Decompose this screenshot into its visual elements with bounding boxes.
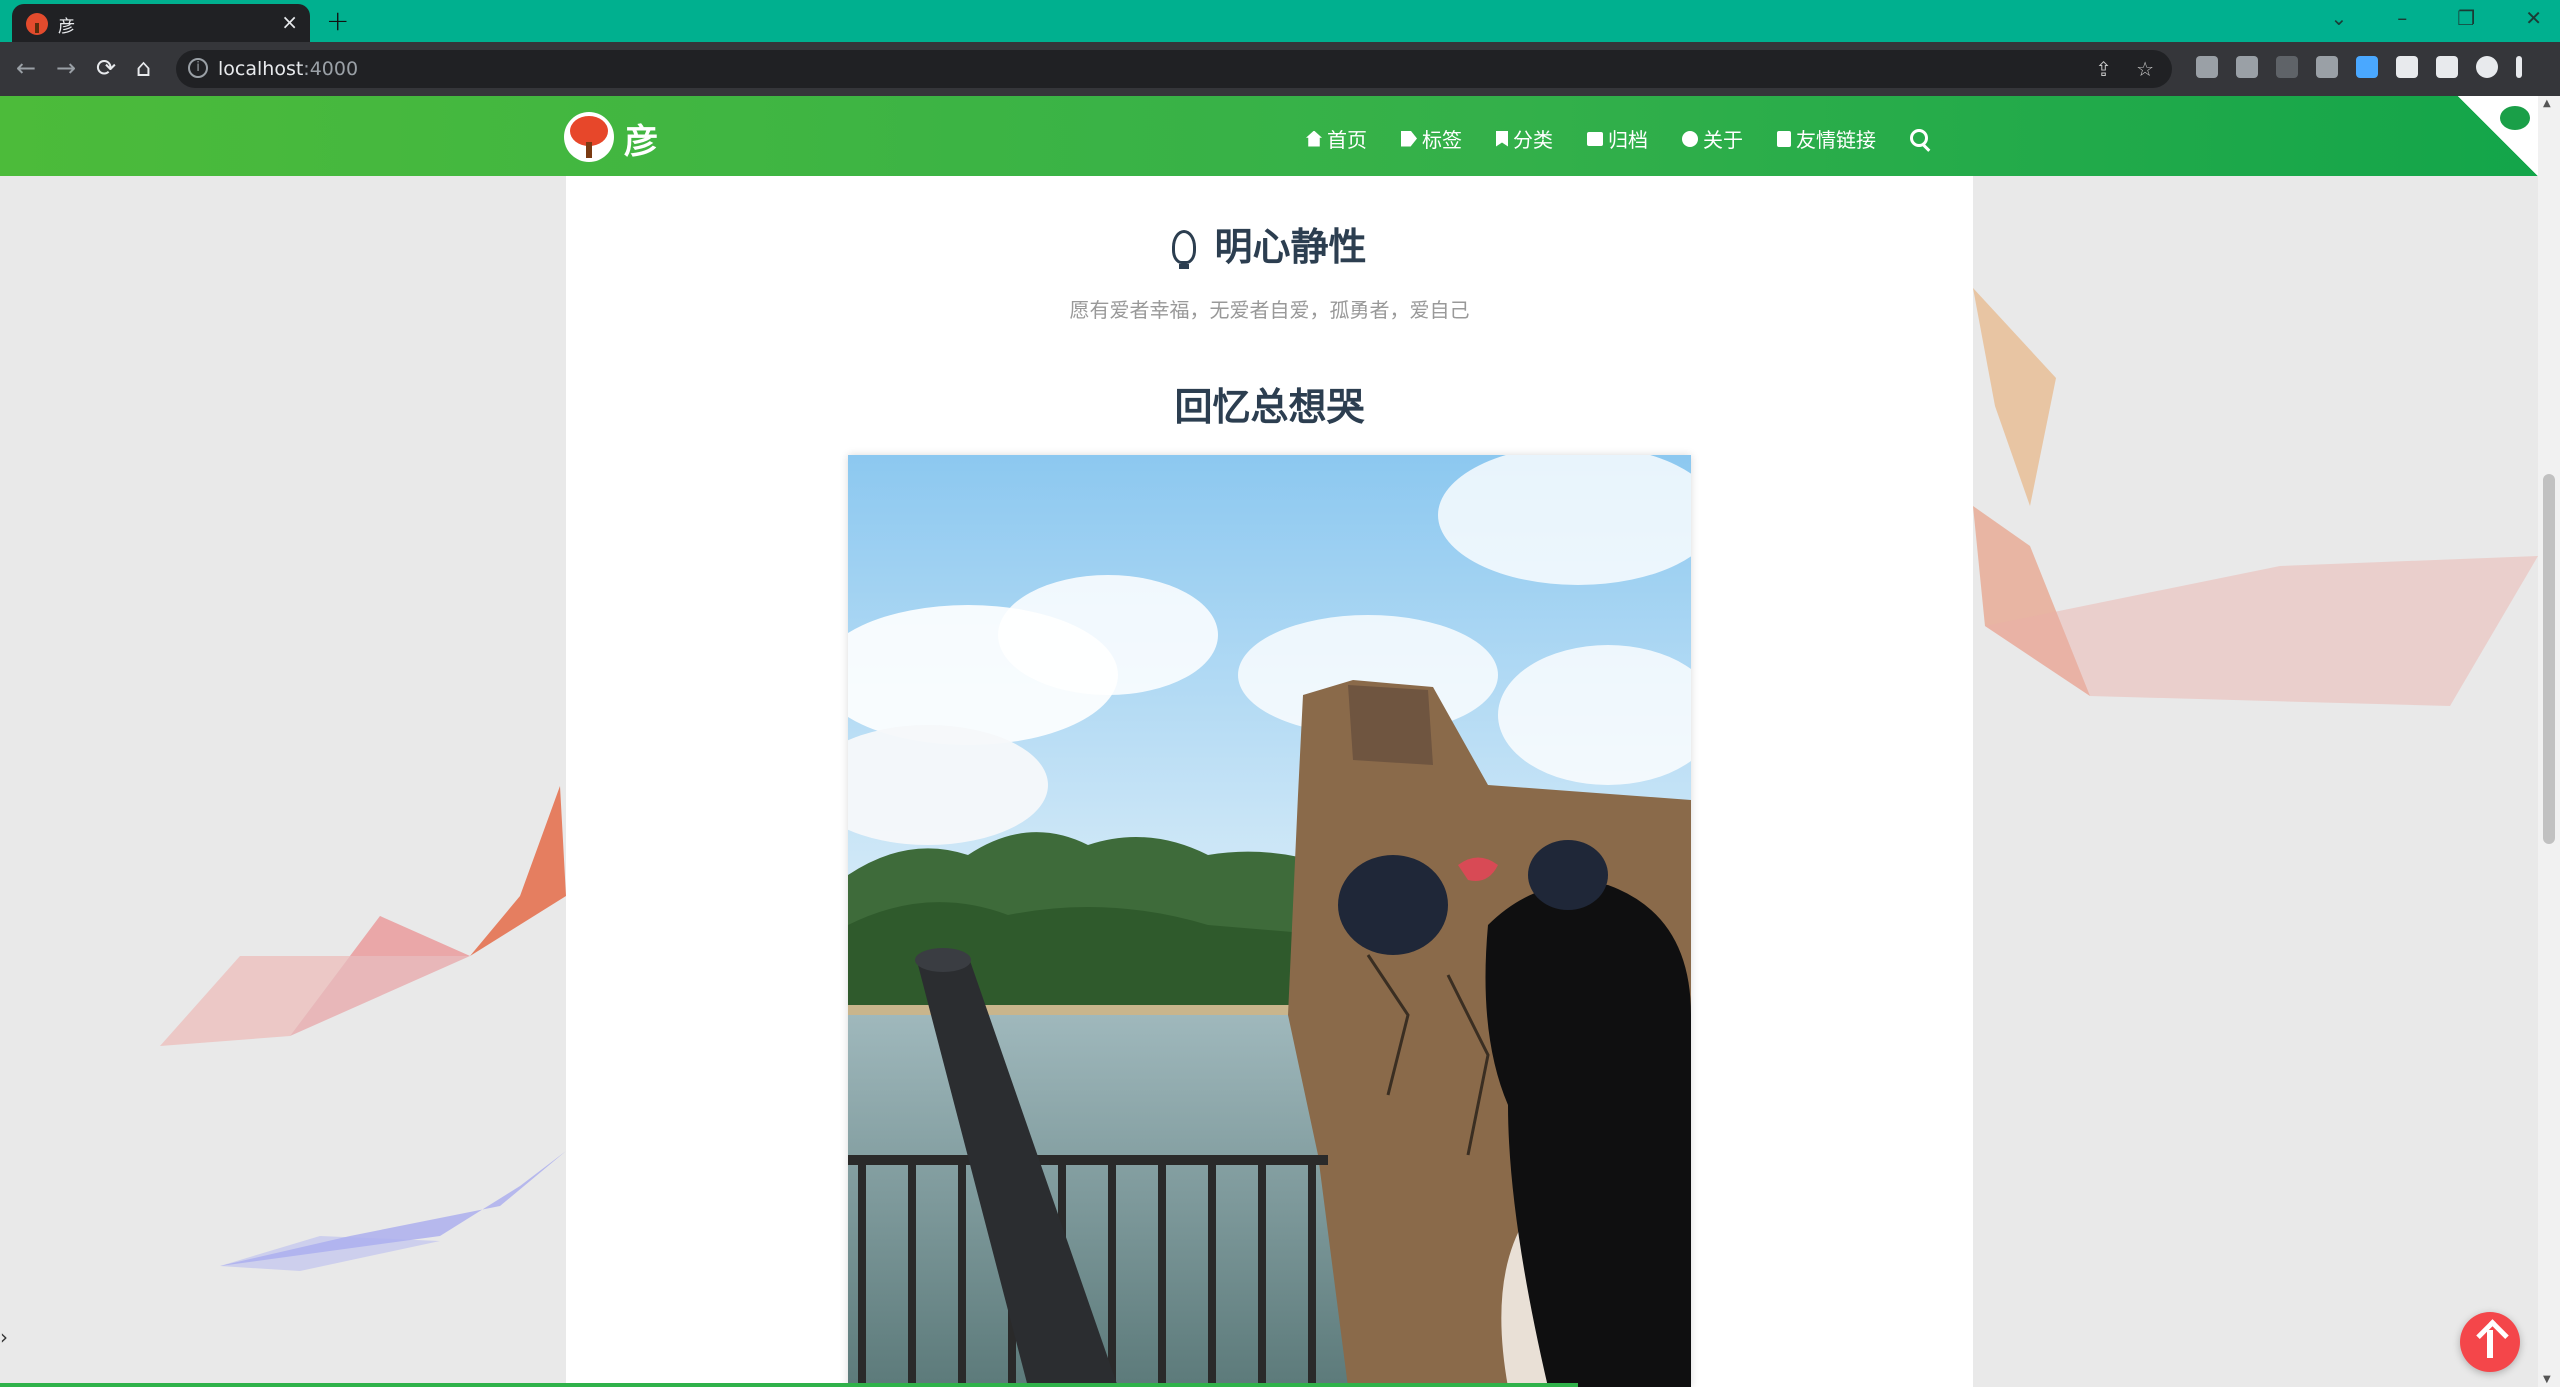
contact-book-icon <box>1777 130 1791 147</box>
post-title-text: 明心静性 <box>1214 225 1367 269</box>
site-name[interactable]: 彦 <box>624 114 658 163</box>
nav-label: 关于 <box>1703 128 1743 152</box>
site-info-icon[interactable]: i <box>188 58 208 78</box>
bookmark-icon <box>1496 130 1508 147</box>
nav-categories[interactable]: 分类 <box>1496 124 1553 153</box>
site-header: 彦 首页 标签 分类 归档 关于 友情链接 <box>0 96 2538 176</box>
puzzle-icon[interactable] <box>2396 56 2418 78</box>
lake-cannon-photo <box>848 455 1691 1387</box>
nav-label: 友情链接 <box>1796 128 1876 152</box>
post-card: 明心静性 愿有爱者幸福，无爱者自爱，孤勇者，爱自己 回忆总想哭 <box>566 176 1973 1387</box>
tree-favicon-icon <box>26 13 48 35</box>
extension-e-icon[interactable] <box>2356 56 2378 78</box>
scroll-thumb[interactable] <box>2543 474 2555 844</box>
new-tab-button[interactable]: + <box>326 4 349 37</box>
post-photo[interactable] <box>848 455 1691 1387</box>
reload-icon[interactable]: ⟳ <box>96 54 116 82</box>
back-icon[interactable]: ← <box>16 54 36 82</box>
nav-about[interactable]: 关于 <box>1682 124 1743 153</box>
tab-title: 彦 <box>58 17 75 37</box>
minimize-icon[interactable]: – <box>2397 6 2407 30</box>
star-icon[interactable]: ☆ <box>2136 57 2154 81</box>
profile-icon[interactable] <box>2476 56 2498 78</box>
page-title: 明心静性 <box>566 216 1973 271</box>
share-icon[interactable]: ⇪ <box>2095 57 2112 81</box>
menu-icon[interactable] <box>2516 56 2522 78</box>
extension-toolbar <box>2196 56 2522 78</box>
tab-search-icon[interactable]: ⌄ <box>2331 6 2348 30</box>
sidebar-icon[interactable] <box>2436 56 2458 78</box>
nav-tags[interactable]: 标签 <box>1401 124 1462 153</box>
lightbulb-icon <box>1172 230 1197 269</box>
browser-tab-bar: 彦 × + ⌄ – ❐ ✕ <box>0 0 2560 42</box>
url-input[interactable]: i localhost:4000 ⇪ ☆ <box>176 50 2172 88</box>
nav-label: 分类 <box>1513 128 1553 152</box>
extension-b-icon[interactable] <box>2236 56 2258 78</box>
reading-progress-bar <box>0 1383 1578 1387</box>
archive-icon <box>1587 131 1603 146</box>
user-circle-icon <box>1682 130 1698 147</box>
nav-archives[interactable]: 归档 <box>1587 124 1648 153</box>
nav-search[interactable] <box>1910 124 1928 153</box>
close-tab-icon[interactable]: × <box>281 10 298 34</box>
close-window-icon[interactable]: ✕ <box>2525 6 2542 30</box>
forward-icon[interactable]: → <box>56 54 76 82</box>
address-bar: ← → ⟳ ⌂ i localhost:4000 ⇪ ☆ <box>0 42 2560 96</box>
tag-icon <box>1401 130 1417 147</box>
window-controls: ⌄ – ❐ ✕ <box>2331 6 2542 30</box>
url-host: localhost <box>218 58 304 80</box>
extension-a-icon[interactable] <box>2196 56 2218 78</box>
nav-label: 标签 <box>1422 128 1462 152</box>
search-icon <box>1910 128 1928 147</box>
back-to-top-button[interactable] <box>2460 1312 2520 1372</box>
nav-home[interactable]: 首页 <box>1306 124 1367 153</box>
nav-label: 归档 <box>1608 128 1648 152</box>
extension-c-icon[interactable] <box>2276 56 2298 78</box>
browser-tab[interactable]: 彦 × <box>12 4 310 42</box>
post-subtitle: 愿有爱者幸福，无爱者自爱，孤勇者，爱自己 <box>1069 298 1470 322</box>
page-scrollbar[interactable]: ▲ ▼ <box>2538 96 2560 1387</box>
main-nav: 首页 标签 分类 归档 关于 友情链接 <box>1306 124 1928 153</box>
scroll-up-icon[interactable]: ▲ <box>2543 98 2551 109</box>
home-icon <box>1306 130 1322 147</box>
scroll-down-icon[interactable]: ▼ <box>2543 1374 2551 1385</box>
url-port: :4000 <box>303 58 359 80</box>
home-browser-icon[interactable]: ⌂ <box>136 54 151 82</box>
nav-label: 首页 <box>1327 128 1367 152</box>
extension-d-icon[interactable] <box>2316 56 2338 78</box>
section-title: 回忆总想哭 <box>1174 385 1365 429</box>
tree-logo-icon[interactable] <box>564 112 614 162</box>
chevron-right-icon[interactable]: › <box>0 1325 20 1373</box>
restore-icon[interactable]: ❐ <box>2457 6 2475 30</box>
nav-friend-links[interactable]: 友情链接 <box>1777 124 1876 153</box>
github-corner[interactable] <box>2458 96 2538 176</box>
github-octocat-icon <box>2500 106 2530 130</box>
